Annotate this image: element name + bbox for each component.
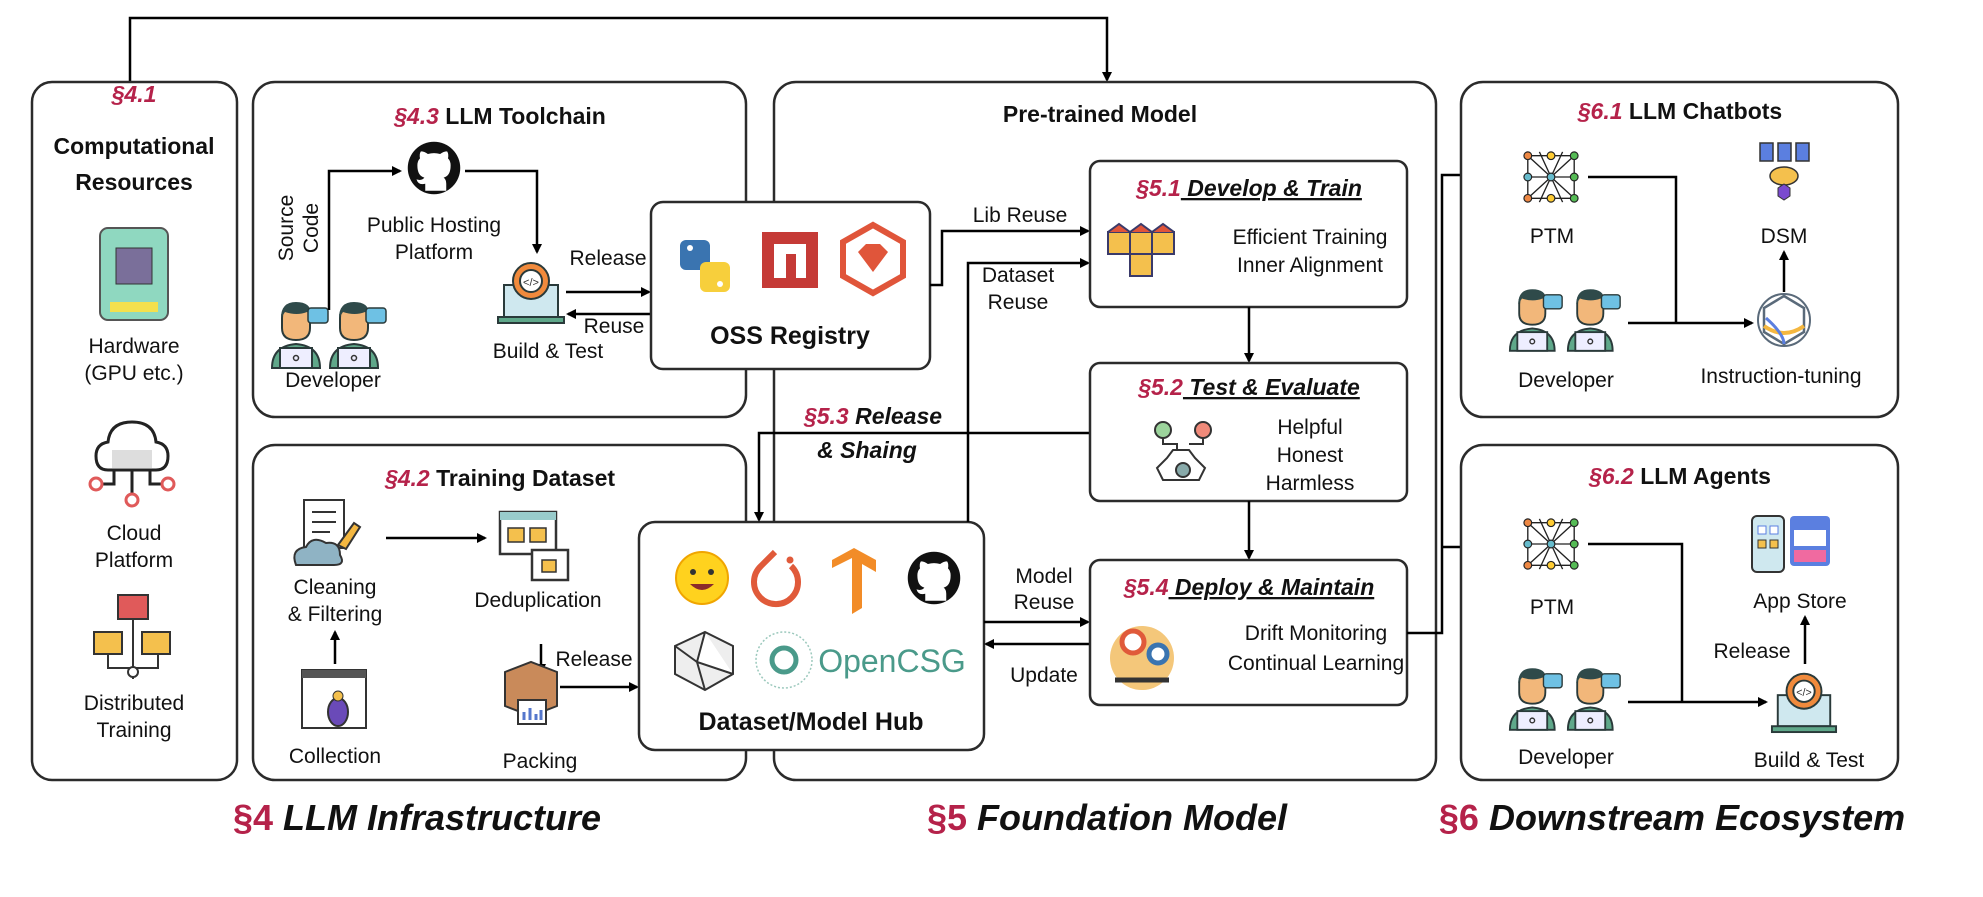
panel-title: Pre-trained Model (1003, 101, 1197, 127)
github-icon (407, 141, 461, 195)
app-store-icon (1751, 515, 1830, 573)
label-deduplication: Deduplication (474, 589, 601, 612)
panel-title-line1: Computational (54, 133, 215, 159)
label-model: Model (1015, 565, 1072, 588)
label-build-test: Build & Test (493, 340, 604, 363)
label-efficient-training: Efficient Training (1233, 226, 1388, 249)
label-harmless: Harmless (1266, 472, 1355, 495)
label-helpful: Helpful (1277, 416, 1342, 439)
section-number: §4.1 (111, 81, 157, 107)
label-collection: Collection (289, 745, 381, 768)
footer-downstream-ecosystem: §6 Downstream Ecosystem (1439, 797, 1905, 838)
opencsg-label: OpenCSG (818, 643, 966, 679)
npm-icon (762, 232, 818, 288)
test-evaluate-title: §5.2 Test & Evaluate (1137, 374, 1360, 400)
panel-title-line2: Resources (75, 169, 193, 195)
panel-title: §4.2 Training Dataset (384, 465, 615, 491)
deploy-maintain-title: §5.4 Deploy & Maintain (1123, 574, 1375, 600)
label-developer: Developer (285, 369, 381, 392)
instruction-tuning-icon (1757, 293, 1811, 347)
label-continual-learning: Continual Learning (1228, 652, 1404, 675)
label-app-store: App Store (1753, 590, 1846, 613)
label-code: Code (300, 203, 323, 253)
oss-registry-label: OSS Registry (710, 322, 870, 350)
label-instruction-tuning: Instruction-tuning (1700, 365, 1861, 388)
label-platform: Platform (395, 241, 473, 264)
neural-network-icon (1523, 151, 1579, 203)
label-packing: Packing (503, 750, 578, 773)
footer-foundation-model: §5 Foundation Model (927, 797, 1288, 838)
label-reuse: Reuse (584, 315, 645, 338)
label-dataset: Dataset (982, 264, 1055, 287)
huggingface-icon (675, 551, 729, 605)
label-hardware: Hardware (88, 335, 179, 358)
maintenance-gears-icon (1110, 626, 1174, 690)
footer-llm-infrastructure: §4 LLM Infrastructure (233, 797, 601, 838)
neural-network-icon (1523, 518, 1579, 570)
label-reuse: Reuse (988, 291, 1049, 314)
label-public-hosting: Public Hosting (367, 214, 501, 237)
label-release-sharing: §5.3 Release (803, 403, 942, 429)
label-training: Training (96, 719, 171, 742)
label-cloud: Cloud (107, 522, 162, 545)
label-filtering: & Filtering (288, 603, 383, 626)
label-gpu: (GPU etc.) (84, 362, 183, 385)
label-platform: Platform (95, 549, 173, 572)
label-cleaning: Cleaning (294, 576, 377, 599)
panel-title: §4.3 LLM Toolchain (393, 103, 606, 129)
llm-supply-chain-diagram: </> §4.1 Computational Resources Hardwar… (30, 16, 1905, 838)
label-drift-monitoring: Drift Monitoring (1245, 622, 1387, 645)
label-dsm: DSM (1761, 225, 1808, 248)
panel-title: §6.1 LLM Chatbots (1577, 98, 1782, 124)
label-sharing: & Shaing (817, 437, 917, 463)
label-developer: Developer (1518, 746, 1614, 769)
develop-train-title: §5.1 Develop & Train (1135, 175, 1362, 201)
label-lib-reuse: Lib Reuse (973, 204, 1068, 227)
github-icon (907, 551, 961, 605)
label-distributed: Distributed (84, 692, 184, 715)
panel-title: §6.2 LLM Agents (1588, 463, 1771, 489)
label-model-reuse: Reuse (1014, 591, 1075, 614)
label-update: Update (1010, 664, 1078, 687)
label-release: Release (569, 247, 646, 270)
top-connector-arrow (128, 16, 1112, 82)
label-build-test: Build & Test (1754, 749, 1865, 772)
label-honest: Honest (1277, 444, 1344, 467)
label-release: Release (555, 648, 632, 671)
label-developer: Developer (1518, 369, 1614, 392)
label-source: Source (275, 195, 298, 262)
hub-label: Dataset/Model Hub (698, 708, 923, 736)
label-ptm: PTM (1530, 596, 1574, 619)
label-release: Release (1713, 640, 1790, 663)
label-inner-alignment: Inner Alignment (1237, 254, 1383, 277)
label-ptm: PTM (1530, 225, 1574, 248)
gpu-chip-icon (99, 227, 169, 321)
bug-collection-icon (301, 669, 367, 729)
